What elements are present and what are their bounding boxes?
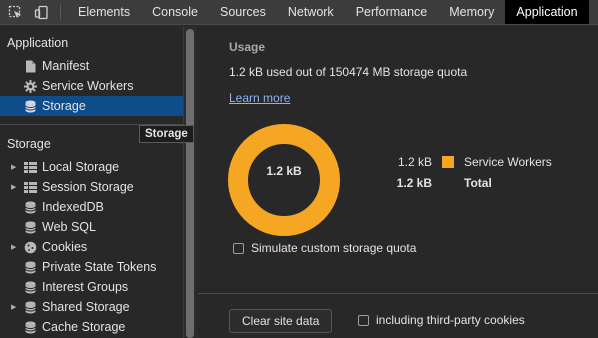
expand-arrow-icon[interactable]: ▶ (11, 163, 19, 171)
sidebar-section-application: Application (7, 36, 69, 50)
sidebar-item-private-state-tokens[interactable]: Private State Tokens (0, 257, 183, 277)
tab-sources[interactable]: Sources (209, 0, 277, 24)
toolbar-divider (60, 4, 61, 20)
sidebar-item-label: Storage (42, 99, 86, 113)
donut-center-label: 1.2 kB (266, 164, 302, 178)
tab-console[interactable]: Console (141, 0, 209, 24)
storage-overview-panel: Usage 1.2 kB used out of 150474 MB stora… (198, 26, 598, 338)
usage-donut-chart (228, 124, 340, 236)
sidebar-item-label: Shared Storage (42, 300, 130, 314)
database-icon (23, 200, 37, 214)
legend-row-service-workers: 1.2 kB Service Workers (394, 155, 552, 169)
gear-icon (23, 79, 37, 93)
usage-summary: 1.2 kB used out of 150474 MB storage quo… (229, 65, 468, 79)
sidebar-item-label: Interest Groups (42, 280, 129, 294)
sidebar-item-storage[interactable]: Storage (0, 96, 183, 116)
sidebar: Application Manifest Service Workers Sto… (0, 26, 183, 338)
database-icon (23, 260, 37, 274)
expand-arrow-icon[interactable]: ▶ (11, 303, 19, 311)
sidebar-item-label: Local Storage (42, 160, 120, 174)
tab-performance[interactable]: Performance (345, 0, 439, 24)
sidebar-item-interest-groups[interactable]: Interest Groups (0, 277, 183, 297)
section-divider (198, 293, 598, 294)
tab-memory[interactable]: Memory (438, 0, 505, 24)
sidebar-scrollbar-thumb[interactable] (186, 29, 194, 338)
clear-site-data-button[interactable]: Clear site data (229, 309, 333, 333)
sidebar-item-label: Manifest (42, 59, 90, 73)
sidebar-item-cache-storage[interactable]: Cache Storage (0, 317, 183, 337)
expand-arrow-icon[interactable]: ▶ (11, 183, 19, 191)
sidebar-item-shared-storage[interactable]: ▶ Shared Storage (0, 297, 183, 317)
legend-amount: 1.2 kB (396, 176, 432, 190)
sidebar-section-storage: Storage (7, 137, 51, 151)
sidebar-item-session-storage[interactable]: ▶ Session Storage (0, 177, 183, 197)
expand-arrow-icon[interactable]: ▶ (11, 243, 19, 251)
devtools-tab-bar: Elements Console Sources Network Perform… (0, 0, 598, 25)
donut-slice-service-workers (228, 124, 340, 236)
sidebar-item-label: Private State Tokens (42, 260, 157, 274)
sidebar-item-label: Service Workers (42, 79, 134, 93)
legend-swatch (442, 156, 454, 168)
grid-icon (23, 180, 37, 194)
sidebar-item-label: IndexedDB (42, 200, 104, 214)
sidebar-item-label: Session Storage (42, 180, 134, 194)
legend-row-total: 1.2 kB Total (394, 176, 492, 190)
sidebar-item-label: Cookies (42, 240, 88, 254)
tooltip: Storage (139, 125, 194, 143)
third-party-cookies-row[interactable]: including third-party cookies (358, 313, 525, 327)
database-icon (23, 220, 37, 234)
legend-name: Total (464, 176, 492, 190)
inspect-element-icon[interactable] (2, 0, 28, 24)
sidebar-item-web-sql[interactable]: Web SQL (0, 217, 183, 237)
usage-title: Usage (229, 40, 266, 54)
device-toolbar-icon[interactable] (28, 0, 54, 24)
legend-amount: 1.2 kB (397, 155, 432, 169)
cookie-icon (23, 240, 37, 254)
tab-application[interactable]: Application (505, 0, 589, 24)
sidebar-item-indexeddb[interactable]: IndexedDB (0, 197, 183, 217)
tab-elements[interactable]: Elements (67, 0, 141, 24)
simulate-quota-checkbox[interactable] (233, 242, 244, 254)
sidebar-item-cookies[interactable]: ▶ Cookies (0, 237, 183, 257)
simulate-quota-label: Simulate custom storage quota (251, 241, 417, 255)
grid-icon (23, 160, 37, 174)
tab-network[interactable]: Network (277, 0, 345, 24)
legend-name: Service Workers (464, 155, 552, 169)
third-party-cookies-checkbox[interactable] (358, 314, 369, 326)
file-icon (23, 59, 37, 73)
sidebar-item-service-workers[interactable]: Service Workers (0, 76, 183, 96)
sidebar-item-manifest[interactable]: Manifest (0, 56, 183, 76)
database-icon (23, 280, 37, 294)
sidebar-item-label: Web SQL (42, 220, 96, 234)
simulate-quota-row[interactable]: Simulate custom storage quota (233, 241, 416, 255)
database-icon (23, 300, 37, 314)
sidebar-item-local-storage[interactable]: ▶ Local Storage (0, 157, 183, 177)
sidebar-item-label: Cache Storage (42, 320, 126, 334)
database-icon (23, 99, 37, 113)
third-party-cookies-label: including third-party cookies (376, 313, 525, 327)
database-icon (23, 320, 37, 334)
learn-more-link[interactable]: Learn more (229, 91, 290, 105)
